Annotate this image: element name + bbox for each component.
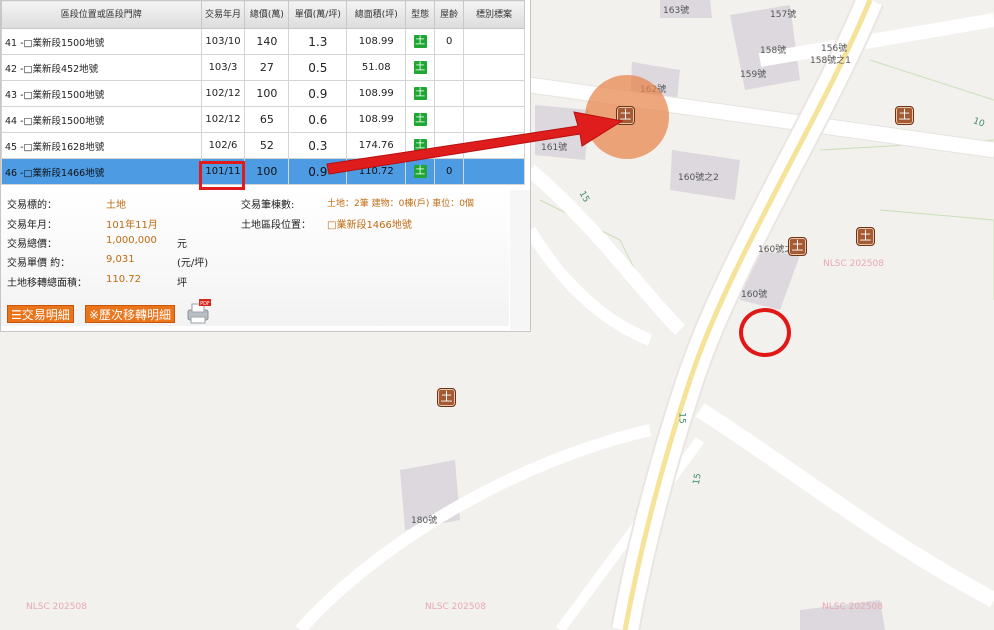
red-arrow-annotation [326, 111, 624, 175]
